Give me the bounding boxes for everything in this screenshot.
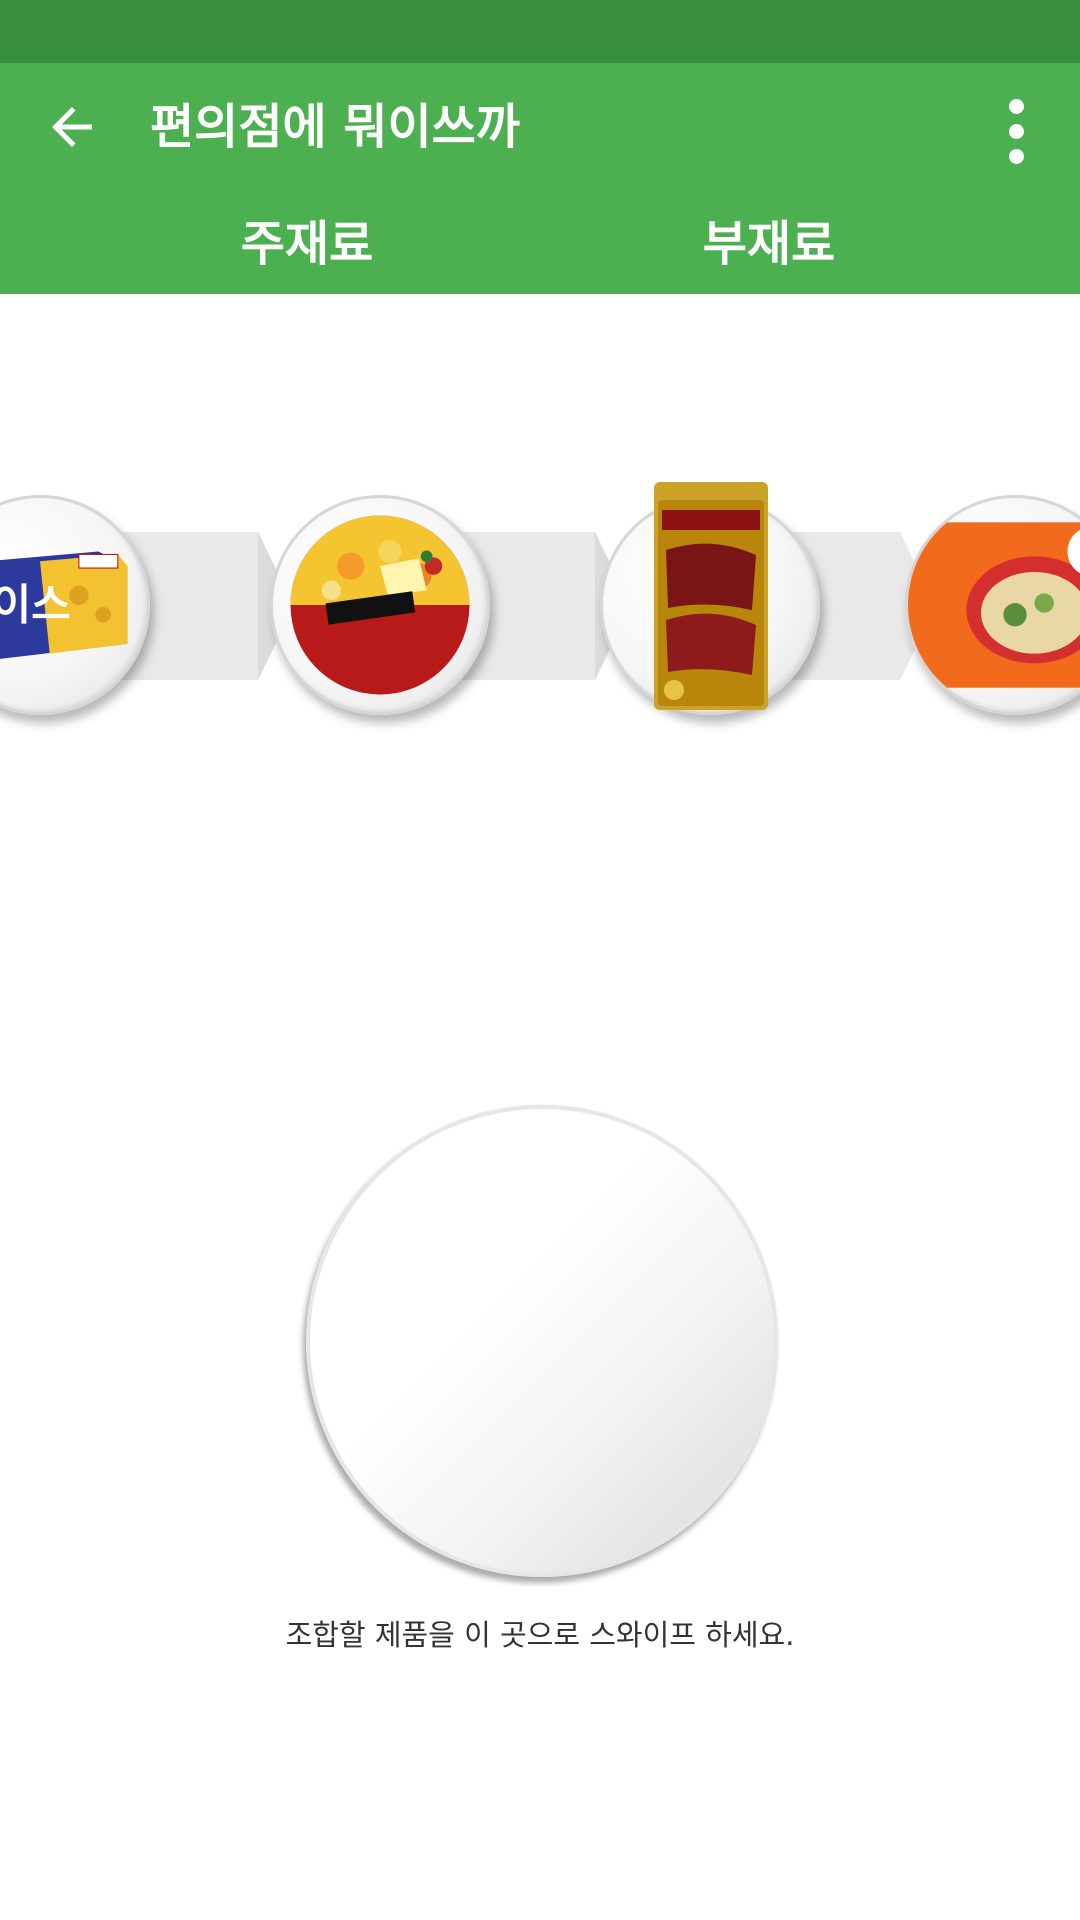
product-carousel[interactable]: 에이스 xyxy=(0,480,1080,750)
back-button[interactable] xyxy=(30,85,114,169)
tab-main-ingredient[interactable]: 주재료 xyxy=(103,183,511,294)
tab-sub-ingredient[interactable]: 부재료 xyxy=(565,183,973,294)
product-item-cracker[interactable]: 에이스 xyxy=(0,495,150,715)
product-item-ramen-pack[interactable] xyxy=(905,495,1080,715)
tab-bar: 주재료 부재료 xyxy=(0,183,1080,414)
overflow-menu-button[interactable] xyxy=(980,91,1052,171)
combine-drop-zone[interactable] xyxy=(306,1105,778,1577)
app-bar: 편의점에 뭐이쓰까 주재료 부재료 xyxy=(0,63,1080,414)
app-title: 편의점에 뭐이쓰까 xyxy=(150,99,520,155)
drop-instruction-text: 조합할 제품을 이 곳으로 스와이프 하세요. xyxy=(285,1618,795,1652)
cracker-box-image: 에이스 xyxy=(0,551,128,659)
svg-text:에이스: 에이스 xyxy=(0,581,71,631)
tab-indicator xyxy=(103,406,511,414)
jerky-pack-image xyxy=(654,482,768,710)
more-vert-icon xyxy=(1008,98,1024,114)
ramen-pack-image xyxy=(908,522,1080,688)
arrow-back-icon xyxy=(52,107,92,147)
status-bar xyxy=(0,0,1080,63)
product-item-noodle-bowl[interactable] xyxy=(270,495,490,715)
noodle-bowl-image xyxy=(290,515,470,695)
